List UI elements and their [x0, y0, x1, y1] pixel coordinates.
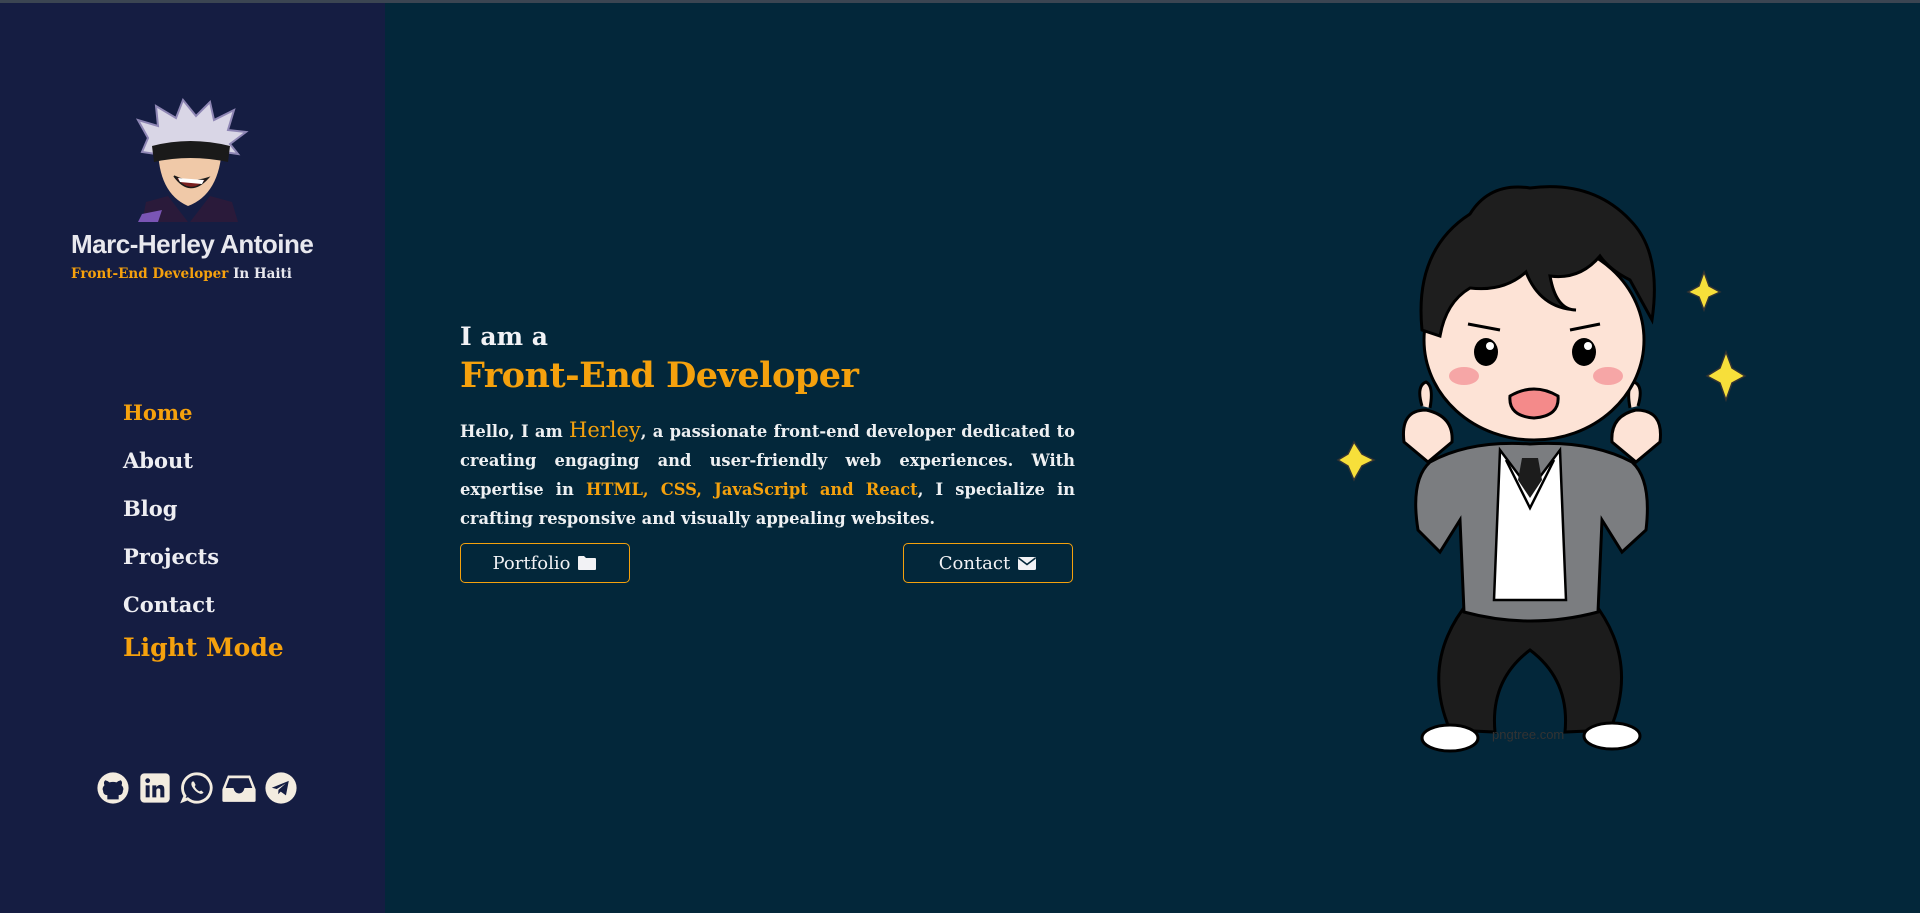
nav-item-about[interactable]: About	[123, 448, 219, 496]
nav-item-blog[interactable]: Blog	[123, 496, 219, 544]
nav-item-projects[interactable]: Projects	[123, 544, 219, 592]
hero-title: Front-End Developer	[460, 355, 859, 396]
intro-skills: HTML, CSS, JavaScript and React	[585, 480, 918, 499]
main-nav: Home About Blog Projects Contact	[123, 400, 219, 640]
profile-role: Front-End Developer	[71, 266, 229, 282]
light-mode-toggle[interactable]: Light Mode	[123, 633, 284, 662]
profile-name: Marc-Herley Antoine	[71, 229, 314, 259]
intro-name: Herley	[569, 418, 641, 442]
profile-subtitle: Front-End Developer In Haiti	[71, 266, 292, 282]
inbox-icon[interactable]	[221, 770, 257, 806]
nav-item-home[interactable]: Home	[123, 400, 219, 448]
portfolio-button-label: Portfolio	[492, 552, 571, 574]
social-links	[95, 770, 299, 806]
hero-intro-label: I am a	[460, 322, 548, 351]
developer-mascot-illustration	[1336, 185, 1747, 753]
portfolio-button[interactable]: Portfolio	[460, 543, 630, 583]
github-icon[interactable]	[95, 770, 131, 806]
profile-location: In Haiti	[228, 266, 292, 282]
contact-button[interactable]: Contact	[903, 543, 1073, 583]
folder-icon	[578, 556, 597, 570]
avatar	[135, 98, 249, 222]
whatsapp-icon[interactable]	[179, 770, 215, 806]
illustration-watermark: pngtree.com	[1492, 727, 1565, 742]
linkedin-icon[interactable]	[137, 770, 173, 806]
contact-button-label: Contact	[938, 552, 1011, 574]
telegram-icon[interactable]	[263, 770, 299, 806]
sidebar: Marc-Herley Antoine Front-End Developer …	[0, 3, 385, 913]
hero-description: Hello, I am Herley, a passionate front-e…	[460, 416, 1075, 533]
envelope-icon	[1018, 556, 1037, 570]
intro-text-pre: Hello, I am	[460, 422, 569, 441]
